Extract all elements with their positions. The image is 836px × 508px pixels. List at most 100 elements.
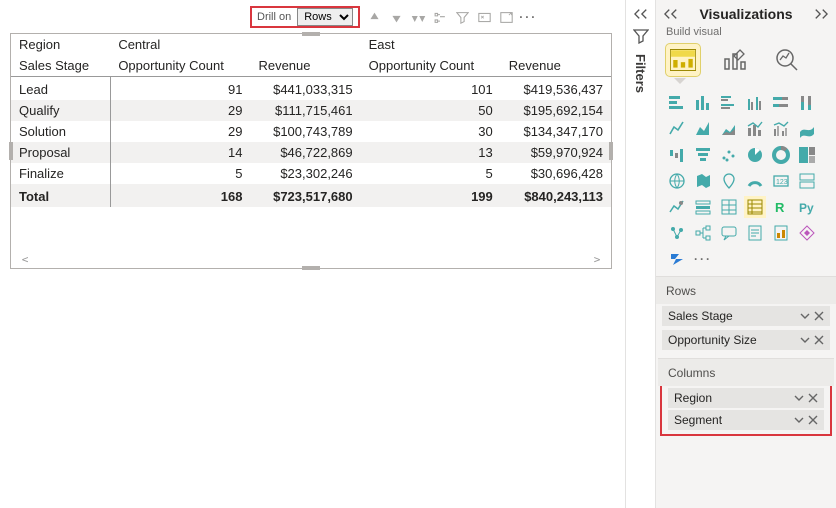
cols-field-segment[interactable]: Segment (668, 410, 824, 430)
chevron-down-icon[interactable] (800, 335, 810, 345)
decomp-tree-icon[interactable] (692, 222, 714, 244)
more-options-icon[interactable]: ··· (520, 9, 536, 25)
svg-text:R: R (775, 200, 785, 215)
expand-viz-icon[interactable] (814, 8, 828, 20)
field-label: Segment (674, 413, 722, 427)
waterfall-icon[interactable] (666, 144, 688, 166)
key-influencers-icon[interactable] (666, 222, 688, 244)
drill-on-label: Drill on (257, 11, 293, 23)
azure-map-icon[interactable] (718, 170, 740, 192)
treemap-icon[interactable] (796, 144, 818, 166)
columns-field-well: Columns Region Segment (660, 358, 832, 436)
corner-region: Region (11, 34, 110, 55)
filled-map-icon[interactable] (692, 170, 714, 192)
area-chart-icon[interactable] (692, 118, 714, 140)
expand-filters-icon[interactable] (634, 8, 648, 20)
get-more-visuals-icon[interactable]: ··· (692, 248, 714, 270)
stacked-col-100-icon[interactable] (796, 92, 818, 114)
map-icon[interactable] (666, 170, 688, 192)
filters-pane-collapsed[interactable]: Filters (625, 0, 655, 508)
qa-visual-icon[interactable] (718, 222, 740, 244)
analytics-tab[interactable] (770, 44, 804, 76)
stacked-column-icon[interactable] (692, 92, 714, 114)
paginated-report-icon[interactable] (770, 222, 792, 244)
visual-toolbar: Drill on Rows ··· (250, 6, 617, 28)
matrix-visual[interactable]: Region Central East Sales Stage Opportun… (10, 33, 612, 269)
stacked-bar-icon[interactable] (666, 92, 688, 114)
filters-label: Filters (633, 52, 648, 93)
resize-handle-top[interactable] (302, 32, 320, 36)
power-apps-icon[interactable] (796, 222, 818, 244)
remove-field-icon[interactable] (808, 393, 818, 403)
subcol-3[interactable]: Revenue (501, 55, 611, 77)
kpi-icon[interactable] (666, 196, 688, 218)
clustered-bar-icon[interactable] (718, 92, 740, 114)
col-region-1[interactable]: East (361, 34, 611, 55)
slicer-icon[interactable] (692, 196, 714, 218)
stacked-area-icon[interactable] (718, 118, 740, 140)
pie-icon[interactable] (744, 144, 766, 166)
visualizations-title: Visualizations (699, 6, 792, 22)
clustered-column-icon[interactable] (744, 92, 766, 114)
line-chart-icon[interactable] (666, 118, 688, 140)
subcol-2[interactable]: Opportunity Count (361, 55, 501, 77)
filters-icon (633, 28, 649, 44)
total-row: Total168$723,517,680199$840,243,113 (11, 184, 611, 207)
line-clustered-col-icon[interactable] (770, 118, 792, 140)
multi-row-card-icon[interactable] (796, 170, 818, 192)
drill-on-select[interactable]: Rows (297, 8, 353, 26)
format-tab[interactable] (718, 44, 752, 76)
card-icon[interactable]: 123 (770, 170, 792, 192)
collapse-viz-icon[interactable] (664, 8, 678, 20)
filter-icon[interactable] (454, 9, 470, 25)
scatter-icon[interactable] (718, 144, 740, 166)
matrix-table: Region Central East Sales Stage Opportun… (11, 34, 611, 207)
table-row[interactable]: Qualify29$111,715,46150$195,692,154 (11, 100, 611, 121)
donut-icon[interactable] (770, 144, 792, 166)
scroll-right-icon[interactable]: > (591, 253, 603, 266)
r-visual-icon[interactable]: R (770, 196, 792, 218)
scroll-track[interactable] (33, 256, 589, 263)
field-label: Region (674, 391, 712, 405)
resize-handle-left[interactable] (9, 142, 13, 160)
smart-narrative-icon[interactable] (744, 222, 766, 244)
resize-handle-bottom[interactable] (302, 266, 320, 270)
subcol-0[interactable]: Opportunity Count (110, 55, 250, 77)
col-region-0[interactable]: Central (110, 34, 360, 55)
stacked-bar-100-icon[interactable] (770, 92, 792, 114)
power-automate-icon[interactable] (666, 248, 688, 270)
spotlight-icon[interactable] (498, 9, 514, 25)
cols-field-region[interactable]: Region (668, 388, 824, 408)
chevron-down-icon[interactable] (794, 415, 804, 425)
remove-field-icon[interactable] (814, 335, 824, 345)
expand-all-icon[interactable] (432, 9, 448, 25)
focus-mode-icon[interactable] (476, 9, 492, 25)
drill-on-control: Drill on Rows (250, 6, 360, 28)
rows-field-sales-stage[interactable]: Sales Stage (662, 306, 830, 326)
expand-next-level-icon[interactable] (410, 9, 426, 25)
line-stacked-col-icon[interactable] (744, 118, 766, 140)
table-icon[interactable] (718, 196, 740, 218)
python-visual-icon[interactable]: Py (796, 196, 818, 218)
rows-field-opportunity-size[interactable]: Opportunity Size (662, 330, 830, 350)
table-row[interactable]: Solution29$100,743,78930$134,347,170 (11, 121, 611, 142)
table-row[interactable]: Lead91$441,033,315101$419,536,437 (11, 77, 611, 101)
chevron-down-icon[interactable] (794, 393, 804, 403)
rows-section-head: Rows (656, 276, 836, 304)
scroll-left-icon[interactable]: < (19, 253, 31, 266)
funnel-icon[interactable] (692, 144, 714, 166)
gauge-icon[interactable] (744, 170, 766, 192)
build-visual-tab[interactable] (666, 44, 700, 76)
resize-handle-right[interactable] (609, 142, 613, 160)
chevron-down-icon[interactable] (800, 311, 810, 321)
drill-down-icon[interactable] (388, 9, 404, 25)
table-row[interactable]: Finalize5$23,302,2465$30,696,428 (11, 163, 611, 184)
table-row[interactable]: Proposal14$46,722,86913$59,970,924 (11, 142, 611, 163)
ribbon-chart-icon[interactable] (796, 118, 818, 140)
report-canvas[interactable]: Drill on Rows ··· Region (0, 0, 625, 508)
drill-up-icon[interactable] (366, 9, 382, 25)
remove-field-icon[interactable] (808, 415, 818, 425)
remove-field-icon[interactable] (814, 311, 824, 321)
subcol-1[interactable]: Revenue (250, 55, 360, 77)
matrix-icon[interactable] (744, 196, 766, 218)
